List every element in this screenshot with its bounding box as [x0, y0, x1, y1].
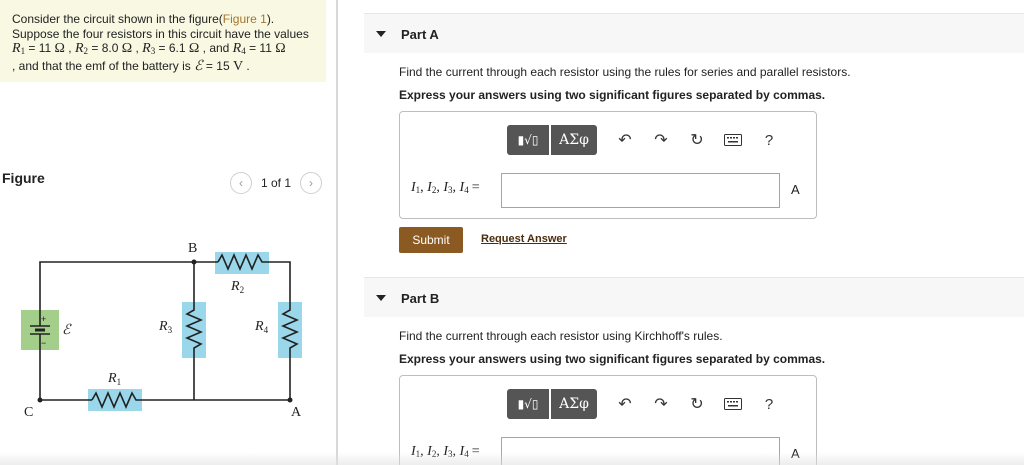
collapse-triangle-icon[interactable]: [376, 295, 386, 301]
node-a-label: A: [291, 405, 302, 420]
reset-button[interactable]: ↻: [679, 125, 715, 155]
node-c: [37, 397, 43, 403]
wire-right-top: [266, 261, 291, 306]
reset-icon: ↻: [690, 132, 704, 149]
part-a-prompt: Find the current through each resistor u…: [399, 65, 851, 79]
part-a-unit: A: [791, 182, 800, 197]
reset-button[interactable]: ↻: [679, 389, 715, 419]
chevron-left-icon: ‹: [239, 176, 243, 190]
templates-button[interactable]: ▮√▯: [507, 125, 549, 155]
part-b-instruction: Express your answers using two significa…: [399, 352, 826, 366]
redo-icon: ↷: [654, 396, 668, 413]
part-a-instruction: Express your answers using two significa…: [399, 88, 826, 102]
part-a-answer-input[interactable]: [501, 173, 780, 208]
help-button[interactable]: ?: [751, 125, 787, 155]
keyboard-button[interactable]: [715, 125, 751, 155]
part-b-math-toolbar: ▮√▯ ΑΣφ ↶ ↷ ↻ ?: [507, 389, 787, 419]
part-b-header[interactable]: Part B: [364, 277, 1024, 317]
request-answer-link[interactable]: Request Answer: [481, 233, 567, 245]
next-figure-button[interactable]: ›: [300, 172, 323, 194]
part-b-prompt: Find the current through each resistor u…: [399, 329, 723, 343]
emf-label: ℰ: [62, 323, 72, 338]
part-b-answer-box: ▮√▯ ΑΣφ ↶ ↷ ↻ ? I1, I2, I3, I4 = A: [399, 375, 817, 465]
templates-icon: ▮√▯: [517, 133, 539, 147]
problem-line-3: R1 = 11 Ω , R2 = 8.0 Ω , R3 = 6.1 Ω , an…: [12, 41, 286, 56]
reset-icon: ↻: [690, 396, 704, 413]
templates-button[interactable]: ▮√▯: [507, 389, 549, 419]
greek-symbols-button[interactable]: ΑΣφ: [551, 389, 597, 419]
circuit-diagram: B C A R2 R3 R4 R1 ℰ + −: [21, 241, 302, 420]
problem-line-4: , and that the emf of the battery is ℰ =…: [12, 58, 250, 74]
wire-left-bottom: [39, 350, 92, 401]
previous-figure-button[interactable]: ‹: [230, 172, 252, 194]
redo-icon: ↷: [654, 132, 668, 149]
undo-icon: ↶: [618, 396, 632, 413]
node-c-label: C: [24, 405, 33, 420]
figure-link[interactable]: Figure 1: [223, 12, 267, 26]
part-a-math-toolbar: ▮√▯ ΑΣφ ↶ ↷ ↻ ?: [507, 125, 787, 155]
part-b-unit: A: [791, 446, 800, 461]
help-button[interactable]: ?: [751, 389, 787, 419]
chevron-right-icon: ›: [309, 176, 314, 190]
r2-label: R2: [230, 279, 244, 295]
node-b-label: B: [188, 241, 197, 256]
column-divider: [336, 0, 338, 465]
node-b: [191, 259, 197, 265]
part-a-header[interactable]: Part A: [364, 13, 1024, 53]
part-a-answer-box: ▮√▯ ΑΣφ ↶ ↷ ↻ ? I1, I2, I3, I4 = A: [399, 111, 817, 219]
figure-heading: Figure: [2, 170, 45, 186]
collapse-triangle-icon[interactable]: [376, 31, 386, 37]
part-b-variable-label: I1, I2, I3, I4 =: [411, 444, 480, 459]
keyboard-icon: [724, 398, 742, 410]
part-b-title: Part B: [401, 291, 440, 306]
submit-button[interactable]: Submit: [399, 227, 463, 253]
redo-button[interactable]: ↷: [643, 389, 679, 419]
keyboard-button[interactable]: [715, 389, 751, 419]
node-a: [287, 397, 293, 403]
templates-icon: ▮√▯: [517, 397, 539, 411]
problem-line-1: Consider the circuit shown in the figure…: [12, 12, 275, 26]
greek-symbols-button[interactable]: ΑΣφ: [551, 125, 597, 155]
part-a-title: Part A: [401, 27, 439, 42]
battery-minus-label: −: [41, 338, 46, 348]
figure-page-count: 1 of 1: [261, 176, 292, 190]
wire-bottom-right: [138, 354, 291, 401]
problem-statement: Consider the circuit shown in the figure…: [0, 0, 326, 82]
redo-button[interactable]: ↷: [643, 125, 679, 155]
part-a-variable-label: I1, I2, I3, I4 =: [411, 180, 480, 195]
part-b-answer-input[interactable]: [501, 437, 780, 465]
r4-label: R4: [254, 319, 269, 335]
r3-label: R3: [158, 319, 173, 335]
figure-pager: ‹ 1 of 1 ›: [230, 172, 323, 194]
problem-line-2: Suppose the four resistors in this circu…: [12, 26, 309, 41]
undo-button[interactable]: ↶: [607, 389, 643, 419]
battery-plus-label: +: [41, 314, 46, 324]
keyboard-icon: [724, 134, 742, 146]
undo-icon: ↶: [618, 132, 632, 149]
undo-button[interactable]: ↶: [607, 125, 643, 155]
r1-label: R1: [107, 371, 121, 387]
